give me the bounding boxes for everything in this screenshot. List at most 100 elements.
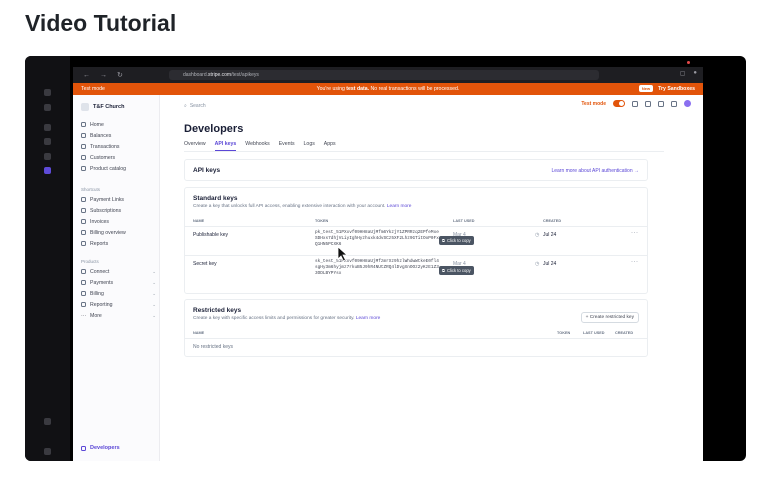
sidebar-item-payment-links[interactable]: Payment Links xyxy=(81,194,156,205)
sidebar-item-label: Billing xyxy=(90,290,104,297)
browser-toolbar: ← → ↻ dashboard. stripe.com/test/apikeys … xyxy=(73,67,703,83)
download-icon[interactable] xyxy=(44,448,51,455)
sidebar-item-label: Connect xyxy=(90,268,110,275)
mouse-cursor-icon xyxy=(337,246,349,262)
sidebar-item-label: Payment Links xyxy=(90,196,125,203)
arrow-icon[interactable] xyxy=(44,138,51,145)
search-icon: ⌕ xyxy=(184,103,187,109)
tab-events[interactable]: Events xyxy=(279,141,295,151)
products-nav: Products Connect ⌄ Payments ⌄ Billing ⌄ Rep… xyxy=(81,257,156,321)
tab-apps[interactable]: Apps xyxy=(324,141,336,151)
chevron-down-icon: ⌄ xyxy=(152,301,156,307)
extensions-icon[interactable]: ▢ xyxy=(680,70,686,77)
standard-keys-title: Standard keys xyxy=(193,195,238,202)
apps-icon[interactable] xyxy=(632,100,638,107)
api-keys-card: API keys Learn more about API authentica… xyxy=(184,159,648,181)
help-icon[interactable] xyxy=(645,100,651,107)
try-sandboxes-link[interactable]: Try Sandboxes xyxy=(658,86,695,92)
active-app-icon[interactable] xyxy=(44,167,51,174)
learn-more-auth-link[interactable]: Learn more about API authentication → xyxy=(551,168,639,174)
sidebar-item-payments[interactable]: Payments ⌄ xyxy=(81,277,156,288)
clock-icon: ◷ xyxy=(535,261,540,267)
restricted-keys-description: Create a key with specific access limits… xyxy=(193,316,355,321)
key-name: Publishable key xyxy=(193,232,229,238)
account-switcher[interactable]: T&F Church xyxy=(81,103,124,111)
browser-window: ← → ↻ dashboard. stripe.com/test/apikeys … xyxy=(73,67,703,461)
products-heading: Products xyxy=(81,259,99,264)
desktop-sidebar xyxy=(25,56,70,461)
url-domain: stripe.com xyxy=(208,72,232,78)
sidebar-item-developers[interactable]: Developers xyxy=(81,445,120,451)
click-to-copy-tooltip[interactable]: ⧉ Click to copy xyxy=(439,236,474,245)
tab-overview[interactable]: Overview xyxy=(184,141,206,151)
home-icon[interactable] xyxy=(44,89,51,96)
create-restricted-key-button[interactable]: + Create restricted key xyxy=(580,312,639,323)
billing-icon xyxy=(81,230,86,235)
standard-learn-more-link[interactable]: Learn more xyxy=(387,204,412,209)
test-mode-label: Test mode xyxy=(581,100,606,107)
created-value: Jul 24 xyxy=(543,232,557,238)
row-menu-icon[interactable]: ··· xyxy=(631,230,639,236)
test-mode-toggle[interactable] xyxy=(613,100,625,107)
row-menu-icon[interactable]: ··· xyxy=(631,259,639,265)
click-to-copy-tooltip[interactable]: ⧉ Click to copy xyxy=(439,266,474,275)
sidebar-item-billing[interactable]: Billing ⌄ xyxy=(81,288,156,299)
sidebar-item-label: Transactions xyxy=(90,143,120,150)
sidebar-item-subscriptions[interactable]: Subscriptions xyxy=(81,205,156,216)
sidebar-item-reporting[interactable]: Reporting ⌄ xyxy=(81,299,156,310)
sidebar-item-transactions[interactable]: Transactions xyxy=(81,141,156,152)
back-icon[interactable]: ← xyxy=(83,72,90,79)
sidebar-item-product-catalog[interactable]: Product catalog xyxy=(81,163,156,174)
sidebar-item-connect[interactable]: Connect ⌄ xyxy=(81,266,156,277)
copy-icon: ⧉ xyxy=(442,238,445,243)
plus-icon[interactable] xyxy=(44,124,51,131)
avatar[interactable] xyxy=(684,100,691,107)
sidebar-item-label: Product catalog xyxy=(90,165,127,172)
chevron-down-icon: ⌄ xyxy=(152,290,156,296)
more-icon: ··· xyxy=(81,313,87,319)
sidebar-item-billing-overview[interactable]: Billing overview xyxy=(81,227,156,238)
tab-logs[interactable]: Logs xyxy=(304,141,315,151)
column-name: NAME xyxy=(193,219,205,223)
app-icon[interactable] xyxy=(44,104,51,111)
divider xyxy=(185,255,647,256)
sidebar-item-reports[interactable]: Reports xyxy=(81,238,156,249)
sidebar: T&F Church Home Balances Transactions Cu… xyxy=(73,95,160,461)
sidebar-item-label: Developers xyxy=(90,445,120,451)
divider xyxy=(185,226,647,227)
reporting-icon xyxy=(81,302,86,307)
settings-icon[interactable] xyxy=(671,100,677,107)
sidebar-item-invoices[interactable]: Invoices xyxy=(81,216,156,227)
column-token: TOKEN xyxy=(315,219,329,223)
main-nav: Home Balances Transactions Customers Pro… xyxy=(81,119,156,174)
address-bar[interactable]: dashboard. stripe.com/test/apikeys xyxy=(169,70,599,80)
search-input[interactable]: ⌕ Search xyxy=(184,101,384,111)
forward-icon[interactable]: → xyxy=(100,72,107,79)
url-path: /test/apikeys xyxy=(231,72,259,78)
sidebar-item-label: Reports xyxy=(90,240,109,247)
video-player[interactable]: ← → ↻ dashboard. stripe.com/test/apikeys … xyxy=(25,56,746,461)
empty-state: No restricted keys xyxy=(193,344,234,350)
billing-icon xyxy=(81,291,86,296)
page-title: Video Tutorial xyxy=(25,10,177,36)
account-name: T&F Church xyxy=(93,104,125,110)
profile-icon[interactable]: ● xyxy=(693,70,697,77)
secret-key-token[interactable]: sk_test_51PXxvf09HH8aUjMfzmrXz9hzlWhdwWt… xyxy=(315,259,441,277)
sidebar-item-home[interactable]: Home xyxy=(81,119,156,130)
new-badge: New xyxy=(638,85,654,92)
customers-icon xyxy=(81,155,86,160)
app-icon[interactable] xyxy=(44,153,51,160)
notifications-icon[interactable] xyxy=(658,100,664,107)
sidebar-item-customers[interactable]: Customers xyxy=(81,152,156,163)
settings-icon[interactable] xyxy=(44,418,51,425)
restricted-learn-more-link[interactable]: Learn more xyxy=(356,316,381,321)
tab-webhooks[interactable]: Webhooks xyxy=(245,141,269,151)
sidebar-item-balances[interactable]: Balances xyxy=(81,130,156,141)
sidebar-item-more[interactable]: ··· More ⌄ xyxy=(81,310,156,321)
banner-prefix: You're using xyxy=(316,86,347,92)
key-name: Secret key xyxy=(193,261,217,267)
reload-icon[interactable]: ↻ xyxy=(117,71,123,79)
publishable-key-token[interactable]: pk_test_51PXxvf09HH8aUjMfm6YkzjY1ZPRRzq2… xyxy=(315,230,441,248)
tab-api-keys[interactable]: API keys xyxy=(214,141,237,151)
sidebar-item-label: Billing overview xyxy=(90,229,126,236)
